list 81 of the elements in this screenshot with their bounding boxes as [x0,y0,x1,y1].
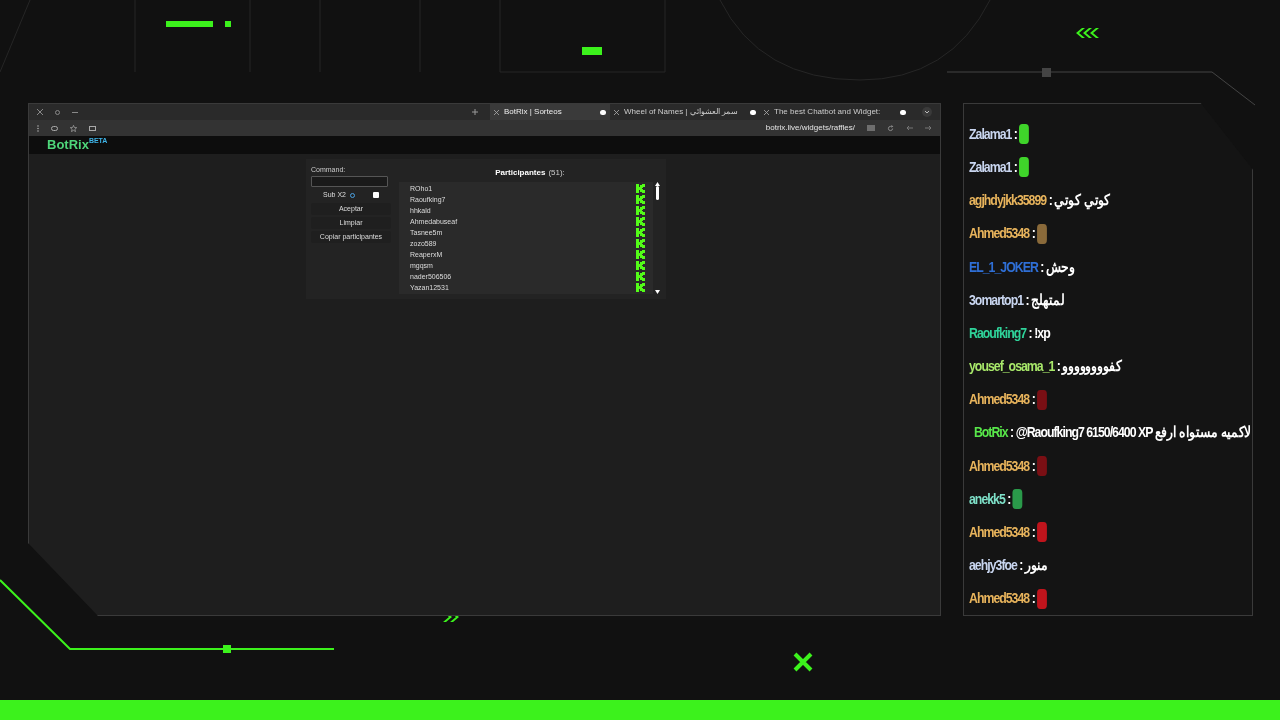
chat-separator: : [1031,588,1035,609]
scrollbar[interactable] [653,182,661,294]
chat-username: EL_1_JOKER [969,256,1038,277]
platform-icon [636,250,645,259]
favicon-icon [600,109,606,115]
chat-username: Raoufking7 [969,322,1027,343]
browser-tab[interactable]: BotRix | Sorteos [490,104,610,120]
chat-separator: : [1010,422,1014,443]
chat-message: !xp [1034,322,1050,343]
chat-separator: : [1040,256,1044,277]
accent-bar [166,21,213,27]
chat-username: Ahmed5348 [969,389,1030,410]
chat-username: anekk5 [969,488,1005,509]
chat-username: Zalama1 [969,123,1012,144]
platform-icon [636,239,645,248]
favicon-icon [900,109,906,115]
chat-separator: : [1028,322,1032,343]
close-icon[interactable] [614,109,619,115]
eye-icon[interactable] [51,125,58,131]
browser-tab[interactable]: The best Chatbot and Widget: [760,104,910,120]
chat-separator: : [1031,223,1035,244]
tab-menu-icon[interactable] [922,107,932,117]
platform-icon [636,217,645,226]
chat-message: @Raoufking7 6150/6400 XP لاكميه مستواه ارفع. [1015,422,1252,443]
chat-message: منور [1024,555,1048,576]
chat-username: Ahmed5348 [969,522,1030,542]
minimize-icon[interactable] [72,111,78,113]
back-icon[interactable] [906,125,913,131]
chat-separator: : [1013,123,1017,144]
close-icon [793,652,813,672]
forward-icon[interactable] [925,125,932,131]
platform-icon [636,283,645,292]
browser-tab[interactable]: Wheel of Names | سمر العشوائي [610,104,760,120]
close-icon[interactable] [37,109,43,115]
chat-separator: : [1056,356,1060,377]
reload-icon[interactable] [887,124,894,132]
chat-username: Ahmed5348 [969,588,1030,609]
chat-username: yousef_osama_1 [969,356,1055,377]
chat-username: Ahmed5348 [969,223,1030,244]
chat-separator: : [1031,522,1035,542]
scroll-down-icon[interactable] [654,290,660,294]
chat-separator: : [1013,156,1017,177]
chat-separator: : [1025,289,1029,310]
close-icon[interactable] [494,109,499,115]
scroll-up-icon[interactable] [654,182,660,186]
chat-separator: : [1031,389,1035,410]
platform-icon [636,206,645,215]
star-icon[interactable] [70,124,77,132]
platform-icon [636,195,645,204]
chat-username: aehjy3foe [969,555,1017,576]
participants-title: Participantes [495,167,546,179]
chat-username: BotRix [973,422,1008,443]
platform-icon [636,228,645,237]
participants-count: (51): [548,167,565,179]
url-field[interactable]: botrix.live/widgets/raffles/ [765,122,855,134]
chat-message: لمتهلج [1031,289,1065,311]
extensions-icon[interactable] [89,125,96,131]
chat-separator: : [1031,455,1035,476]
new-tab-icon[interactable] [472,109,478,115]
chevrons-icon [1076,28,1099,38]
chat-message: كوتي كوتي [1054,190,1111,212]
platform-icon [636,184,645,193]
command-field[interactable] [311,176,388,187]
sub-checkbox[interactable] [373,192,379,198]
scrollbar-thumb[interactable] [655,186,659,200]
chat-separator: : [1048,190,1052,211]
chat-separator: : [1019,555,1023,576]
platform-icon [636,261,645,270]
platform-icon [636,272,645,281]
chat-message: وحش [1045,256,1075,278]
chat-username: agjhdyjkk35899 [969,190,1047,211]
favicon-icon [750,109,756,115]
accent-bar [582,47,602,55]
chat-separator: : [1007,488,1011,509]
accent-square [225,21,231,27]
chat-username: Zalama1 [969,156,1012,177]
close-icon[interactable] [764,109,769,115]
chat-username: Ahmed5348 [969,455,1030,476]
logo[interactable]: BotRix [47,136,89,154]
chat-username: 3omartop1 [969,289,1024,310]
chat-message: كفوووووووو [1062,356,1122,377]
